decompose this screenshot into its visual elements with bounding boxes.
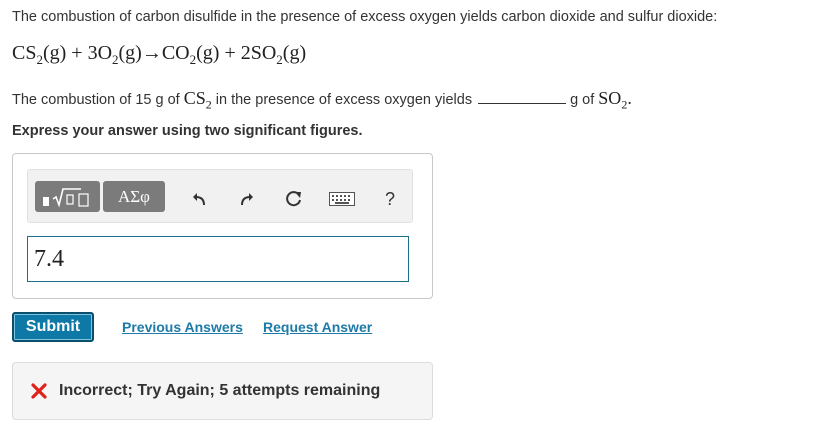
templates-icon xyxy=(42,187,89,208)
help-button[interactable]: ? xyxy=(380,189,400,209)
problem-intro: The combustion of carbon disulfide in th… xyxy=(12,9,718,25)
keyboard-icon[interactable] xyxy=(329,189,355,209)
feedback-box: Incorrect; Try Again; 5 attempts remaini… xyxy=(12,362,433,420)
cs2-formula: CS2 xyxy=(183,88,212,112)
question-text: The combustion of 15 g of CS2 in the pre… xyxy=(12,88,632,112)
previous-answers-link[interactable]: Previous Answers xyxy=(122,319,243,335)
answer-panel: ΑΣφ ? xyxy=(12,153,433,299)
redo-icon[interactable] xyxy=(236,189,256,209)
templates-button[interactable] xyxy=(35,181,100,212)
so2-formula: SO2. xyxy=(598,88,632,112)
submit-button[interactable]: Submit xyxy=(12,312,94,342)
answer-blank xyxy=(478,91,567,104)
request-answer-link[interactable]: Request Answer xyxy=(263,319,372,335)
feedback-message: Incorrect; Try Again; 5 attempts remaini… xyxy=(59,382,381,399)
chemical-equation: CS2(g) + 3O2(g)→CO2(g) + 2SO2(g) xyxy=(12,42,307,67)
undo-icon[interactable] xyxy=(190,189,210,209)
reset-icon[interactable] xyxy=(284,189,304,209)
answer-input[interactable] xyxy=(28,237,404,281)
incorrect-x-icon xyxy=(31,383,47,399)
greek-symbols-button[interactable]: ΑΣφ xyxy=(103,181,165,212)
math-toolbar: ΑΣφ ? xyxy=(27,169,413,223)
answer-box xyxy=(27,236,409,282)
instruction-text: Express your answer using two significan… xyxy=(12,123,363,139)
